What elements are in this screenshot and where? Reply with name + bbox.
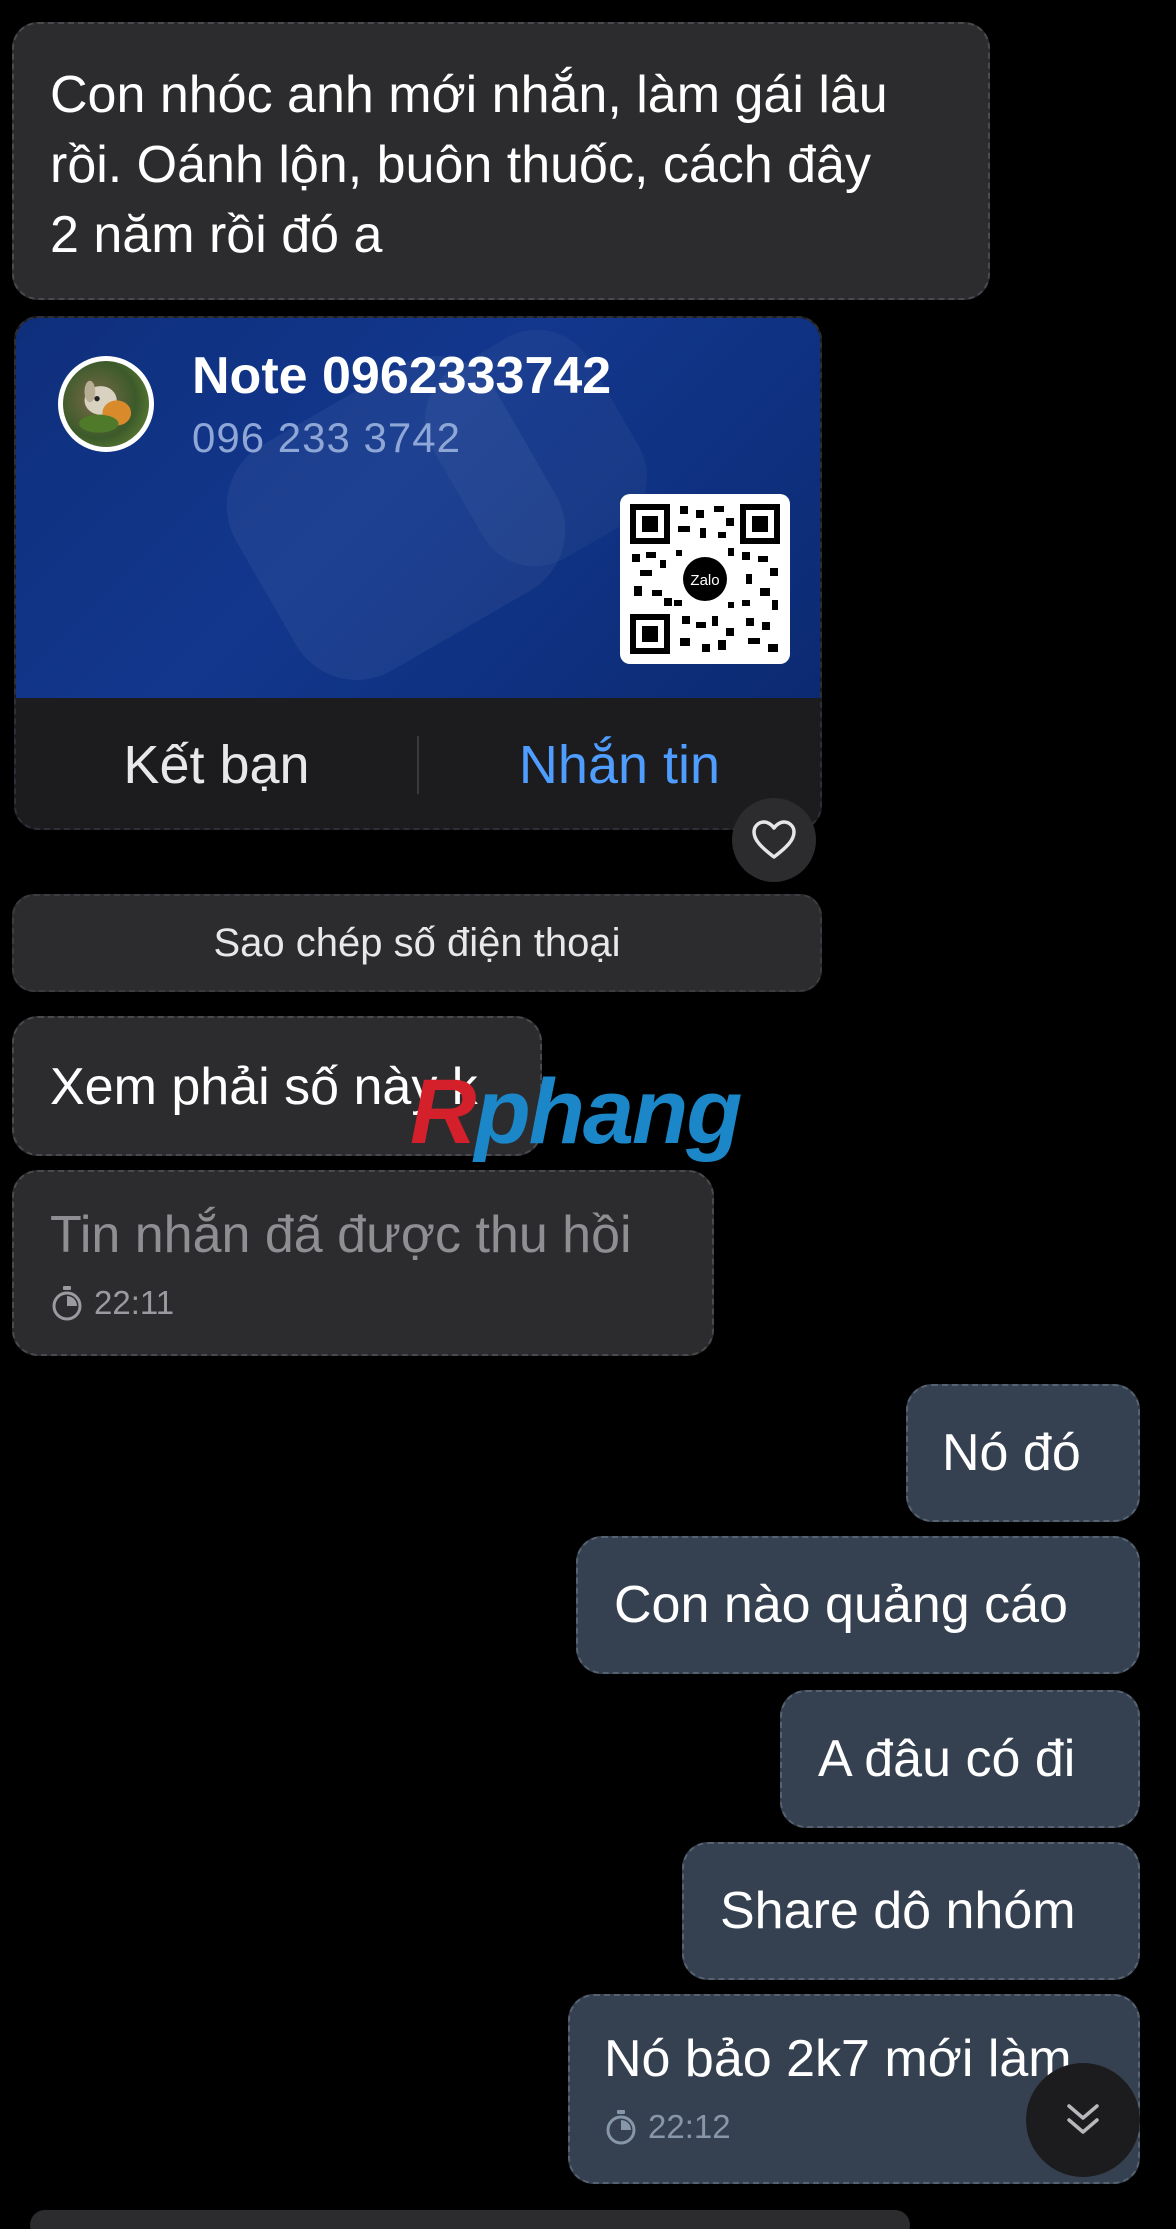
scroll-to-bottom-button[interactable] (1026, 2063, 1140, 2177)
time-text: 22:12 (648, 2108, 731, 2145)
contact-card-header: Note 0962333742 096 233 3742 Zalo (16, 318, 820, 698)
contact-phone: 096 233 3742 (192, 414, 461, 461)
heart-icon (752, 820, 796, 859)
recalled-message-text: Tin nhắn đã được thu hồi (50, 1206, 632, 1264)
message-text: Nó bảo 2k7 mới làm (604, 2030, 1072, 2088)
qr-code[interactable]: Zalo (620, 494, 790, 664)
message-text: A đâu có đi (818, 1730, 1076, 1788)
message-bubble-outgoing[interactable]: Share dô nhóm (682, 1842, 1140, 1980)
contact-avatar[interactable] (58, 356, 154, 452)
chevron-double-down-icon (1067, 2104, 1099, 2134)
send-message-button[interactable]: Nhắn tin (419, 734, 820, 796)
copy-phone-button[interactable]: Sao chép số điện thoại (12, 894, 822, 992)
message-bubble-outgoing[interactable]: Con nào quảng cáo (576, 1536, 1140, 1674)
qr-code-image: Zalo (630, 504, 780, 654)
stopwatch-icon (52, 1286, 82, 1321)
next-message-bubble-edge (30, 2210, 910, 2229)
message-bubble-incoming[interactable]: Xem phải số này k (12, 1016, 542, 1156)
recalled-message-bubble[interactable]: Tin nhắn đã được thu hồi 22:11 (12, 1170, 714, 1356)
message-text: Con nhóc anh mới nhắn, làm gái lâu rồi. … (50, 66, 888, 264)
time-text: 22:11 (94, 1284, 175, 1321)
message-text: Con nào quảng cáo (614, 1576, 1068, 1634)
stopwatch-icon (606, 2110, 636, 2145)
reaction-button[interactable] (732, 798, 816, 882)
message-bubble-incoming[interactable]: Con nhóc anh mới nhắn, làm gái lâu rồi. … (12, 22, 990, 300)
message-text: Xem phải số này k (50, 1058, 478, 1116)
contact-card-actions: Kết bạn Nhắn tin (16, 698, 820, 828)
message-bubble-outgoing[interactable]: Nó đó (906, 1384, 1140, 1522)
message-bubble-outgoing[interactable]: A đâu có đi (780, 1690, 1140, 1828)
add-friend-button[interactable]: Kết bạn (16, 734, 417, 796)
message-time: 22:11 (50, 1284, 676, 1322)
contact-card[interactable]: Note 0962333742 096 233 3742 Zalo Kết bạ… (14, 316, 822, 830)
avatar-image (79, 380, 132, 433)
message-text: Share dô nhóm (720, 1882, 1076, 1940)
qr-logo-text: Zalo (690, 572, 719, 589)
message-text: Nó đó (942, 1424, 1081, 1482)
contact-name: Note 0962333742 (192, 347, 612, 405)
